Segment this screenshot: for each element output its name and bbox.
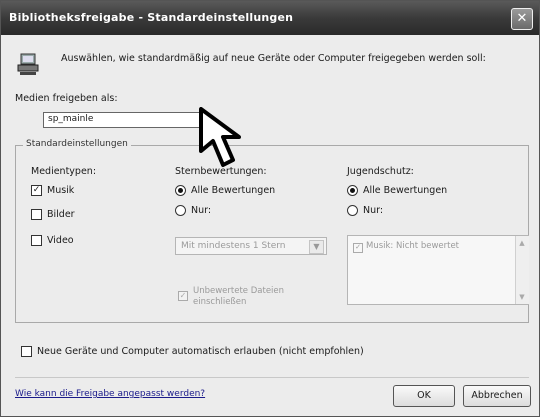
stars-only-radio[interactable]: [175, 205, 186, 216]
pictures-checkbox[interactable]: [31, 209, 42, 220]
stars-all-radio[interactable]: [175, 185, 186, 196]
group-legend: Standardeinstellungen: [23, 139, 131, 149]
music-label: Musik: [47, 185, 75, 196]
cancel-button[interactable]: Abbrechen: [463, 385, 531, 407]
music-checkbox[interactable]: ✓: [31, 185, 42, 196]
computer-icon: [17, 53, 39, 75]
intro-text: Auswählen, wie standardmäßig auf neue Ge…: [61, 53, 486, 64]
separator: [15, 377, 529, 378]
parental-item-label: Musik: Nicht bewertet: [366, 241, 460, 251]
include-unrated-checkbox[interactable]: ✓: [178, 291, 188, 301]
stars-only-label: Nur:: [191, 205, 212, 216]
parental-item-checkbox[interactable]: ✓: [353, 243, 363, 253]
include-unrated-label: Unbewertete Dateien einschließen: [193, 286, 285, 307]
dialog-title: Bibliotheksfreigabe - Standardeinstellun…: [9, 11, 294, 24]
scroll-up-icon[interactable]: ▲: [516, 237, 528, 249]
sharing-dialog: Bibliotheksfreigabe - Standardeinstellun…: [0, 0, 540, 417]
media-name-input[interactable]: sp_mainle: [43, 112, 203, 128]
ok-button[interactable]: OK: [393, 385, 455, 407]
pointer-cursor-icon: [199, 107, 241, 167]
chevron-down-icon[interactable]: ▼: [309, 240, 324, 254]
media-name-label: Medien freigeben als:: [15, 93, 118, 104]
parental-all-radio[interactable]: [347, 185, 358, 196]
pictures-label: Bilder: [47, 209, 75, 220]
star-rating-dropdown[interactable]: Mit mindestens 1 Stern ▼: [175, 237, 327, 255]
close-button[interactable]: ✕: [511, 8, 533, 30]
parental-only-label: Nur:: [363, 205, 384, 216]
title-bar[interactable]: Bibliotheksfreigabe - Standardeinstellun…: [1, 1, 539, 35]
scroll-down-icon[interactable]: ▼: [516, 291, 528, 303]
auto-allow-label: Neue Geräte und Computer automatisch erl…: [37, 346, 364, 357]
parental-list-item[interactable]: ✓ Musik: Nicht bewertet: [353, 241, 459, 253]
parental-heading: Jugendschutz:: [347, 166, 414, 177]
parental-all-label: Alle Bewertungen: [363, 185, 448, 196]
stars-all-label: Alle Bewertungen: [191, 185, 276, 196]
video-label: Video: [47, 235, 74, 246]
customize-sharing-link[interactable]: Wie kann die Freigabe angepasst werden?: [15, 389, 205, 399]
parental-only-radio[interactable]: [347, 205, 358, 216]
auto-allow-checkbox[interactable]: [21, 346, 32, 357]
video-checkbox[interactable]: [31, 235, 42, 246]
star-rating-dropdown-value: Mit mindestens 1 Stern: [181, 241, 286, 251]
media-types-heading: Medientypen:: [31, 166, 97, 177]
